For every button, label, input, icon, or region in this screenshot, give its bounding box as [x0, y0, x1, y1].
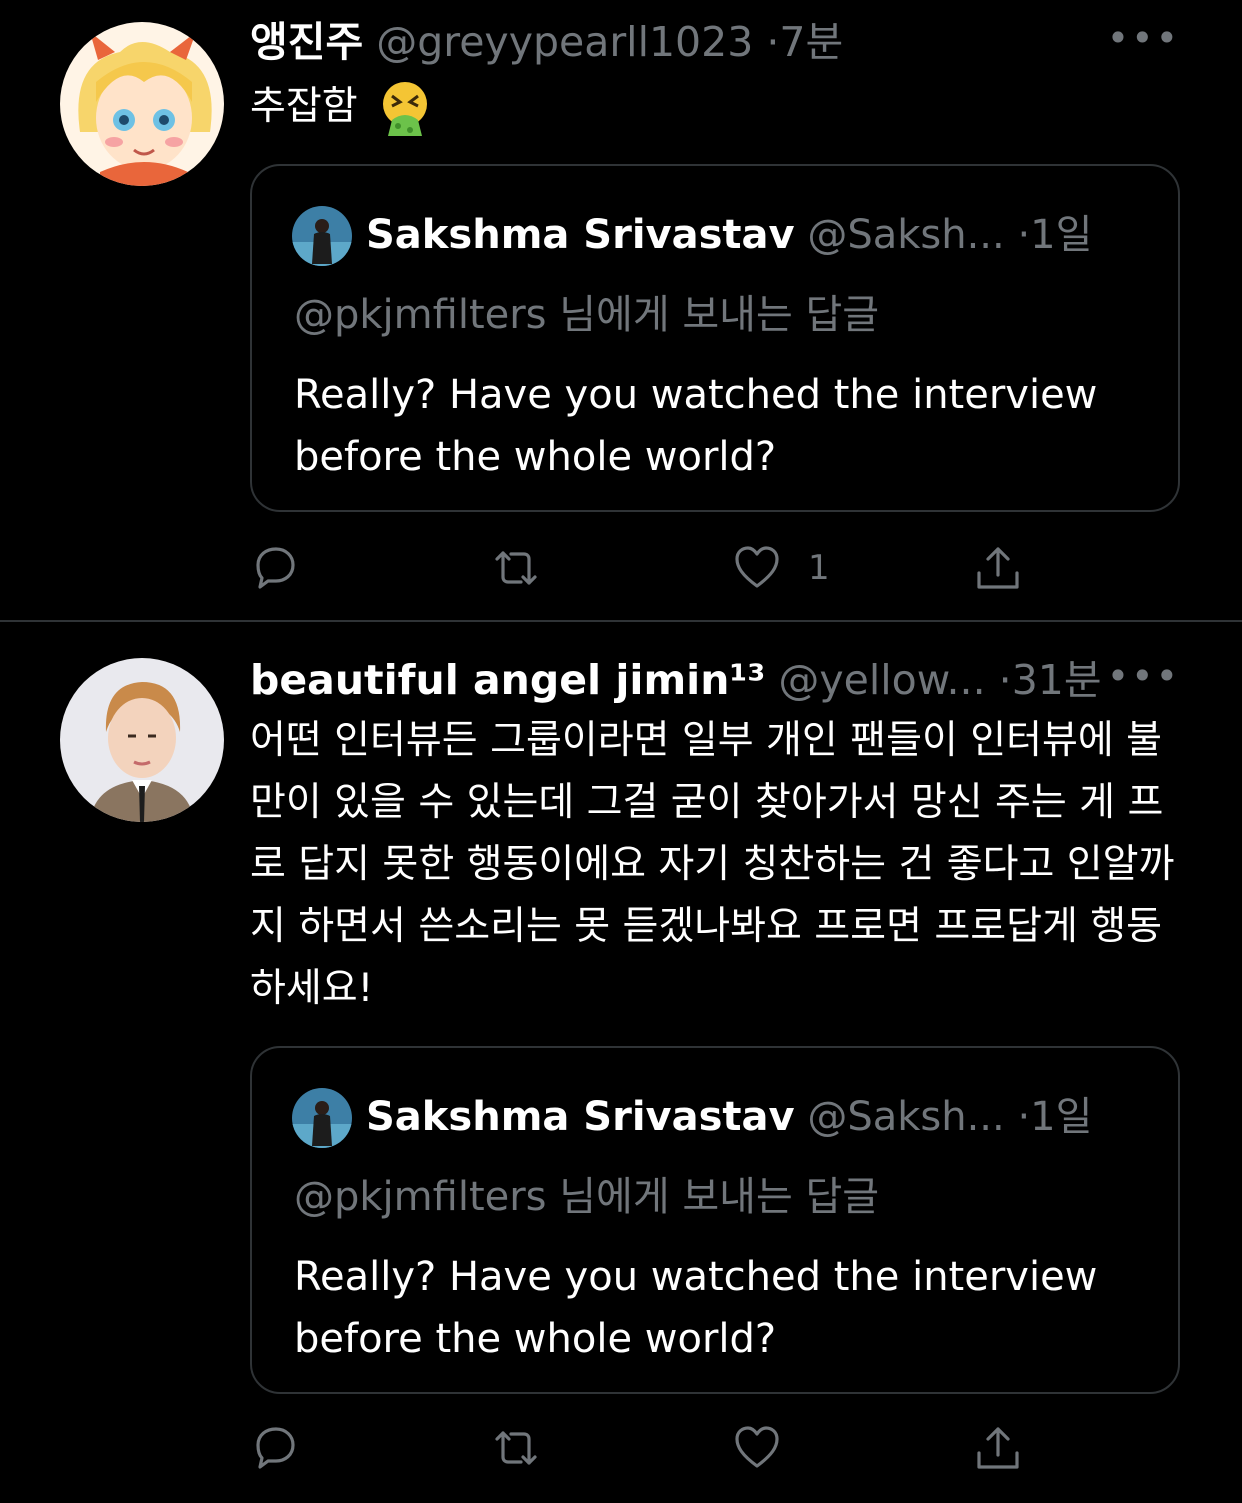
reply-button[interactable] [250, 538, 326, 598]
retweet-icon [495, 551, 537, 585]
quoted-handle: @Saksh... [807, 212, 1005, 258]
more-options-icon[interactable]: ••• [1107, 654, 1180, 698]
timestamp[interactable]: ·7분 [766, 18, 843, 66]
retweet-button[interactable] [491, 538, 567, 598]
quoted-avatar [292, 1088, 352, 1148]
tweet-header: beautiful angel jimin¹³ @yellow... ·31분 [250, 656, 1102, 704]
like-button[interactable] [732, 1418, 808, 1478]
quoted-tweet[interactable]: Sakshma Srivastav @Saksh... ·1일 @pkjmfil… [250, 164, 1180, 512]
quoted-text: Really? Have you watched the interview b… [294, 1254, 1098, 1362]
reply-icon [256, 547, 295, 589]
display-name[interactable]: 앵진주 [250, 18, 363, 66]
quoted-display-name: Sakshma Srivastav [366, 1094, 795, 1140]
quoted-timestamp: ·1일 [1017, 1094, 1093, 1140]
heart-icon [735, 1426, 779, 1468]
heart-icon [735, 546, 779, 588]
tweet-text: 추잡함 [250, 76, 434, 138]
quoted-timestamp: ·1일 [1017, 212, 1093, 258]
display-name[interactable]: beautiful angel jimin¹³ [250, 656, 765, 704]
like-count: 1 [808, 548, 830, 588]
quoted-header: Sakshma Srivastav @Saksh... ·1일 [366, 210, 1092, 260]
tweet-text-content: 추잡함 [250, 84, 358, 129]
quoted-header: Sakshma Srivastav @Saksh... ·1일 [366, 1092, 1092, 1142]
like-button[interactable]: 1 [732, 538, 830, 598]
tweet-text: 어떤 인터뷰든 그룹이라면 일부 개인 팬들이 인터뷰에 불만이 있을 수 있는… [250, 718, 1175, 1011]
person-photo-avatar-icon [292, 1088, 352, 1148]
share-button[interactable] [973, 1418, 1023, 1478]
handle[interactable]: @yellow... [778, 656, 985, 704]
avatar[interactable] [60, 658, 224, 822]
quoted-display-name: Sakshma Srivastav [366, 212, 795, 258]
cartoon-girl-avatar-icon [60, 22, 224, 186]
vomiting-face-icon [376, 80, 434, 138]
retweet-icon [495, 1431, 537, 1465]
quoted-text: Really? Have you watched the interview b… [294, 372, 1098, 480]
quoted-handle: @Saksh... [807, 1094, 1005, 1140]
tweet-actions: 1 [0, 538, 1242, 598]
tweet-header: 앵진주 @greyypearll1023 ·7분 [250, 18, 843, 66]
more-options-icon[interactable]: ••• [1107, 16, 1180, 60]
tweet-actions [0, 1418, 1242, 1478]
share-button[interactable] [973, 538, 1023, 598]
quoted-tweet[interactable]: Sakshma Srivastav @Saksh... ·1일 @pkjmfil… [250, 1046, 1180, 1394]
tweet[interactable]: beautiful angel jimin¹³ @yellow... ·31분 … [0, 622, 1242, 1503]
avatar[interactable] [60, 22, 224, 186]
quoted-avatar [292, 206, 352, 266]
reply-context: @pkjmfilters 님에게 보내는 답글 [294, 292, 880, 338]
reply-icon [256, 1427, 295, 1469]
reply-context: @pkjmfilters 님에게 보내는 답글 [294, 1174, 880, 1220]
handle[interactable]: @greyypearll1023 [376, 18, 753, 66]
share-icon [977, 1427, 1019, 1469]
tweet[interactable]: 앵진주 @greyypearll1023 ·7분 ••• 추잡함 Sakshma… [0, 0, 1242, 620]
timestamp[interactable]: ·31분 [999, 656, 1102, 704]
retweet-button[interactable] [491, 1418, 567, 1478]
share-icon [977, 547, 1019, 589]
reply-button[interactable] [250, 1418, 326, 1478]
person-photo-avatar-icon [292, 206, 352, 266]
person-photo-avatar-icon [60, 658, 224, 822]
